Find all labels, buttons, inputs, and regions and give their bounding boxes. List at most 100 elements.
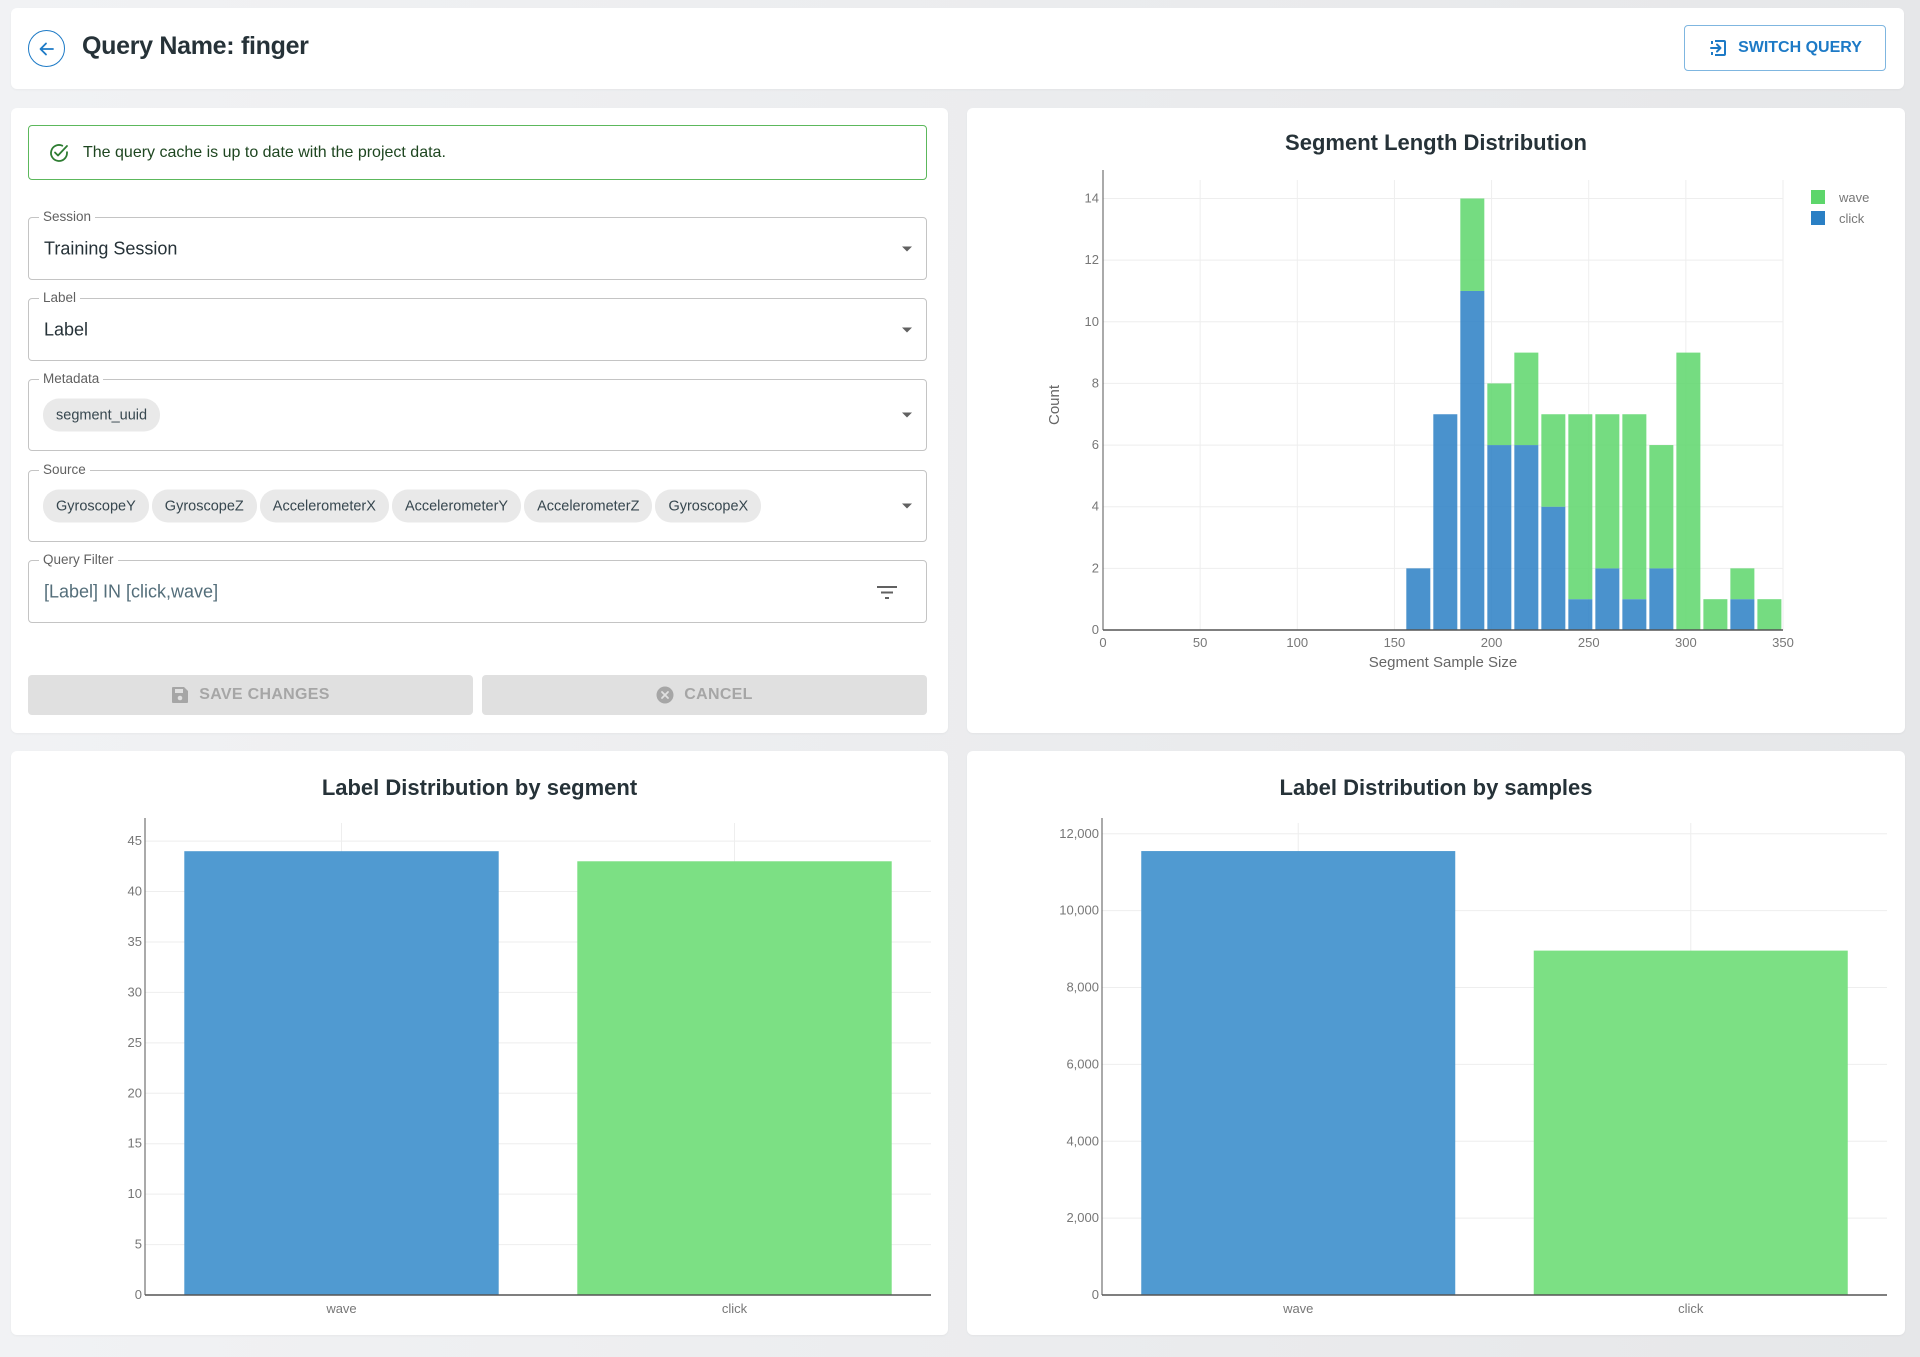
chevron-down-icon[interactable] <box>902 327 912 332</box>
bar-click <box>1622 599 1647 630</box>
bar-wave <box>1595 414 1620 569</box>
bar-wave <box>1460 198 1485 291</box>
switch-icon <box>1710 40 1727 56</box>
x-tick-label: 0 <box>1099 635 1106 650</box>
y-tick-label: 30 <box>128 984 142 999</box>
query-filter-field[interactable]: Query Filter [Label] IN [click,wave] <box>28 552 927 623</box>
query-filter-label: Query Filter <box>39 552 118 567</box>
chip[interactable]: AccelerometerZ <box>524 489 653 523</box>
y-tick-label: 14 <box>1085 190 1099 205</box>
y-tick-label: 6,000 <box>1066 1056 1099 1071</box>
y-tick-label: 35 <box>128 934 142 949</box>
y-tick-label: 45 <box>128 833 142 848</box>
chip[interactable]: GyroscopeZ <box>151 489 257 523</box>
session-label: Session <box>39 209 96 224</box>
y-tick-label: 2,000 <box>1066 1210 1099 1225</box>
filter-icon[interactable] <box>876 584 898 600</box>
y-tick-label: 10 <box>1085 314 1099 329</box>
y-tick-label: 2 <box>1092 560 1099 575</box>
cancel-label: CANCEL <box>684 686 753 703</box>
x-tick-label: wave <box>325 1301 356 1316</box>
x-tick-label: 300 <box>1675 635 1697 650</box>
label-field-label: Label <box>39 290 81 305</box>
session-value: Training Session <box>44 238 178 258</box>
header-bar: Query Name: finger SWITCH QUERY <box>11 8 1904 89</box>
bar-wave <box>1676 352 1701 630</box>
back-button[interactable] <box>28 30 65 67</box>
alert-text: The query cache is up to date with the p… <box>83 143 446 161</box>
check-circle-icon <box>50 143 68 162</box>
chevron-down-icon[interactable] <box>902 246 912 251</box>
chevron-down-icon[interactable] <box>902 503 912 509</box>
segment-length-chart-panel: Segment Length Distribution 0 50 100 150 200… <box>967 108 1905 733</box>
y-tick-label: 12 <box>1085 252 1099 267</box>
y-tick-label: 6 <box>1092 437 1099 452</box>
chip[interactable]: GyroscopeY <box>43 489 149 523</box>
label-by-segment-chart-panel: Label Distribution by segment 0 5 10 15 20 25… <box>11 751 948 1335</box>
chip[interactable]: AccelerometerY <box>391 489 522 523</box>
label-by-segment-chart: 0 5 10 15 20 25 30 35 40 45 wave click <box>128 818 931 1316</box>
bar-click <box>1541 506 1566 630</box>
bar-click <box>1730 599 1755 630</box>
session-select[interactable]: Session Training Session <box>28 209 927 280</box>
switch-query-button[interactable]: SWITCH QUERY <box>1684 25 1886 71</box>
legend-swatch-click <box>1811 211 1825 225</box>
x-tick-label: click <box>722 1301 748 1316</box>
cache-status-alert: The query cache is up to date with the p… <box>28 125 927 180</box>
legend-label-wave: wave <box>1838 190 1869 205</box>
bar-wave <box>1757 599 1782 630</box>
save-changes-button[interactable]: SAVE CHANGES <box>28 675 473 715</box>
label-by-samples-chart-panel: Label Distribution by samples 0 2,000 4,00… <box>967 751 1905 1335</box>
bar-click <box>1487 445 1512 630</box>
bar-click <box>1460 290 1485 630</box>
label-by-samples-chart: 0 2,000 4,000 6,000 8,000 10,000 12,000 wave cli… <box>1059 818 1887 1316</box>
segment-length-chart: 0 50 100 150 200 250 300 350 0 2 4 6 8 10 12 14 Segment … <box>1046 170 1869 671</box>
bar-wave <box>1622 414 1647 600</box>
arrow-left-icon <box>39 42 54 55</box>
y-tick-label: 4,000 <box>1066 1133 1099 1148</box>
source-label: Source <box>39 462 90 477</box>
chip[interactable]: segment_uuid <box>43 398 161 432</box>
save-changes-label: SAVE CHANGES <box>199 686 330 703</box>
bar-click <box>1649 568 1674 630</box>
metadata-select[interactable]: Metadata segment_uuid <box>28 371 927 451</box>
label-select[interactable]: Label Label <box>28 290 927 361</box>
y-tick-label: 25 <box>128 1035 142 1050</box>
y-tick-label: 8,000 <box>1066 980 1099 995</box>
bar-wave <box>1141 851 1456 1295</box>
cancel-button[interactable]: CANCEL <box>482 675 927 715</box>
x-tick-label: wave <box>1282 1301 1313 1316</box>
y-tick-label: 0 <box>135 1287 142 1302</box>
chip[interactable]: GyroscopeX <box>655 489 762 523</box>
cancel-circle-icon <box>656 686 674 704</box>
metadata-label: Metadata <box>39 371 104 386</box>
bar-click <box>1514 445 1539 630</box>
page-title: Query Name: finger <box>82 32 309 60</box>
x-tick-label: 350 <box>1772 635 1794 650</box>
y-axis-label: Count <box>1046 384 1063 425</box>
y-tick-label: 12,000 <box>1059 826 1099 841</box>
bar-click <box>1433 414 1458 630</box>
source-chip-list: GyroscopeY GyroscopeZ AccelerometerX Accele… <box>43 489 762 523</box>
bar-click <box>1568 599 1593 630</box>
bar-wave <box>1730 568 1755 600</box>
source-select[interactable]: Source GyroscopeY GyroscopeZ Accelerometer… <box>28 462 927 542</box>
bar-click <box>1406 568 1431 630</box>
chip[interactable]: AccelerometerX <box>259 489 389 523</box>
y-tick-label: 10 <box>128 1186 142 1201</box>
chevron-down-icon[interactable] <box>902 412 912 418</box>
y-tick-label: 15 <box>128 1136 142 1151</box>
save-icon <box>172 687 189 703</box>
y-tick-label: 8 <box>1092 375 1099 390</box>
x-axis-label: Segment Sample Size <box>1369 654 1517 671</box>
bar-wave <box>1514 352 1539 446</box>
x-tick-label: click <box>1678 1301 1704 1316</box>
legend-label-click: click <box>1839 211 1865 226</box>
y-tick-label: 10,000 <box>1059 903 1099 918</box>
bar-click <box>1533 950 1848 1295</box>
y-tick-label: 40 <box>128 884 142 899</box>
query-form-panel: The query cache is up to date with the p… <box>11 108 948 733</box>
x-tick-label: 250 <box>1578 635 1600 650</box>
bar-wave <box>184 851 499 1295</box>
y-tick-label: 5 <box>135 1237 142 1252</box>
